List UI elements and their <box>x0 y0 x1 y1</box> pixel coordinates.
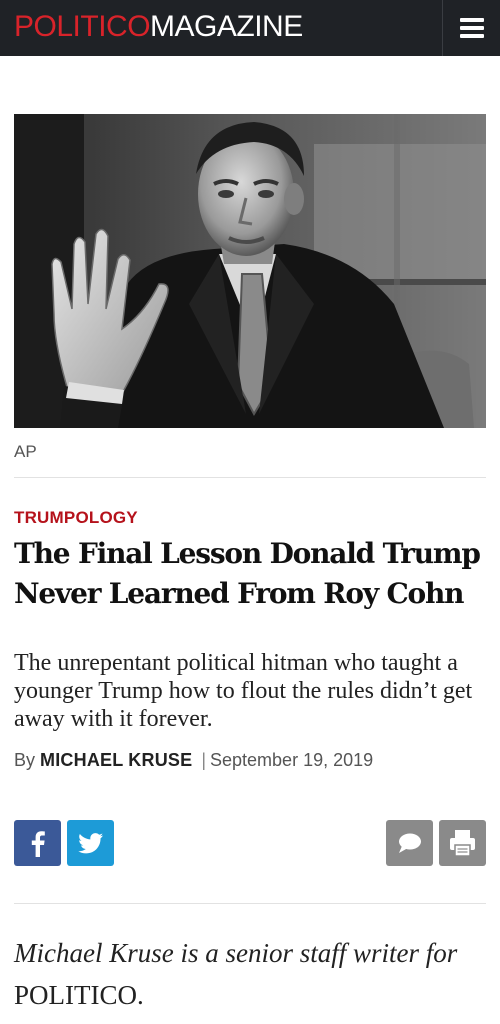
facebook-icon <box>31 831 45 857</box>
comment-button[interactable] <box>386 820 433 866</box>
divider <box>14 903 486 904</box>
article-dek: The unrepentant political hitman who tau… <box>14 650 473 732</box>
logo-politico: POLITICO <box>14 10 151 43</box>
byline-prefix: By <box>14 750 36 770</box>
twitter-share-button[interactable] <box>67 820 114 866</box>
logo-magazine: MAGAZINE <box>150 10 303 43</box>
comment-icon <box>399 833 421 853</box>
print-icon <box>450 830 475 857</box>
hero-photo <box>14 114 486 428</box>
section-kicker[interactable]: TRUMPOLOGY <box>14 508 138 528</box>
article-headline: The Final Lesson Donald Trump Never Lear… <box>14 537 481 610</box>
site-header: POLITICOMAGAZINE <box>0 0 500 56</box>
twitter-icon <box>78 833 103 854</box>
divider <box>14 477 486 478</box>
author-bio-text: Michael Kruse is a senior staff writer f… <box>14 938 458 968</box>
hamburger-menu-icon <box>460 18 484 22</box>
hamburger-menu-icon <box>460 34 484 38</box>
author-bio: Michael Kruse is a senior staff writer f… <box>14 932 490 1016</box>
facebook-share-button[interactable] <box>14 820 61 866</box>
publish-date: September 19, 2019 <box>210 750 374 770</box>
byline-separator: | <box>201 750 207 770</box>
author-bio-outlet: POLITICO. <box>14 980 144 1010</box>
photo-credit: AP <box>14 442 37 461</box>
print-button[interactable] <box>439 820 486 866</box>
site-logo[interactable]: POLITICOMAGAZINE <box>14 9 303 45</box>
author-link[interactable]: MICHAEL KRUSE <box>40 750 192 770</box>
byline: By MICHAEL KRUSE | September 19, 2019 <box>14 750 373 771</box>
hamburger-menu-icon <box>460 26 484 30</box>
menu-button[interactable] <box>442 0 500 56</box>
